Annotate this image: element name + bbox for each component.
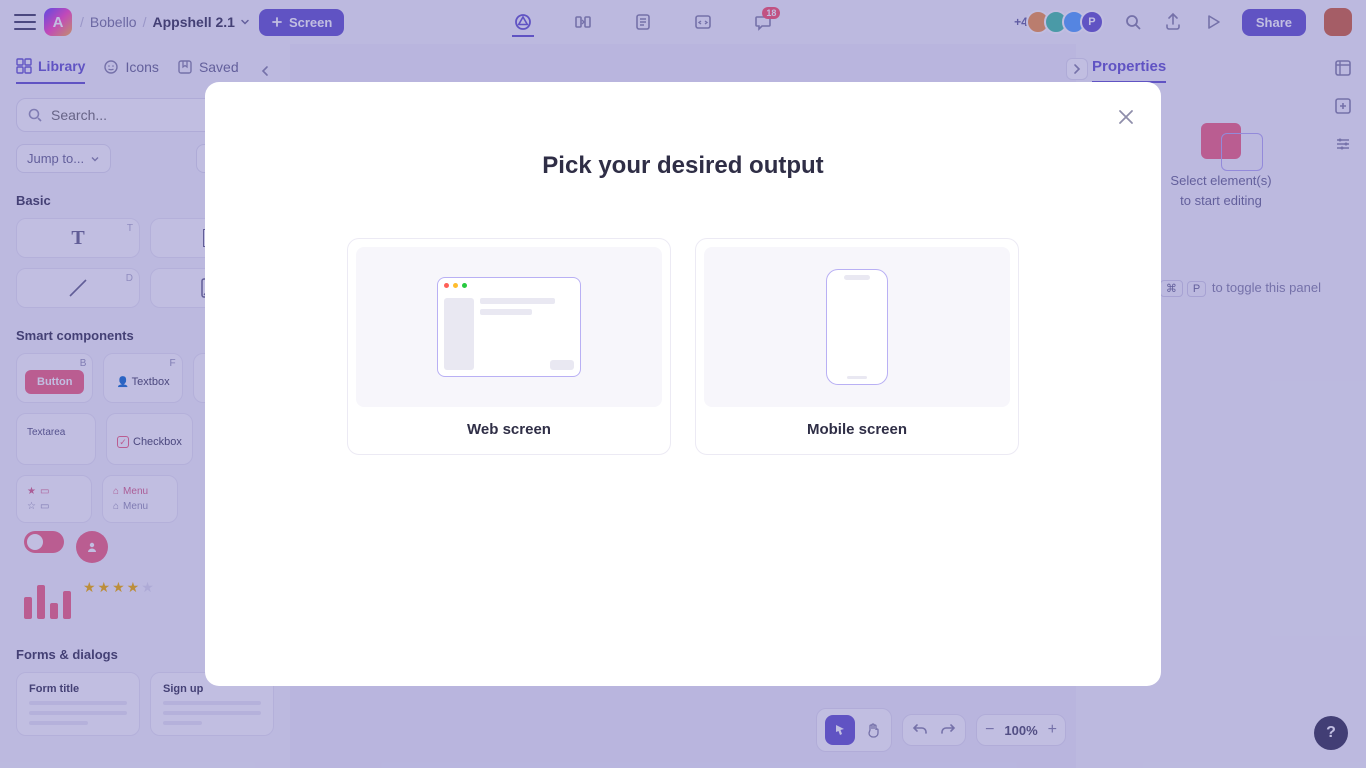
mobile-preview <box>704 247 1010 407</box>
modal-overlay[interactable]: Pick your desired output Web screen <box>0 0 1366 768</box>
option-mobile-screen[interactable]: Mobile screen <box>695 238 1019 455</box>
close-modal-button[interactable] <box>1115 106 1137 128</box>
web-preview <box>356 247 662 407</box>
option-mobile-label: Mobile screen <box>704 421 1010 438</box>
output-picker-modal: Pick your desired output Web screen <box>205 82 1161 686</box>
close-icon <box>1115 106 1137 128</box>
modal-title: Pick your desired output <box>245 152 1121 180</box>
option-web-screen[interactable]: Web screen <box>347 238 671 455</box>
option-web-label: Web screen <box>356 421 662 438</box>
